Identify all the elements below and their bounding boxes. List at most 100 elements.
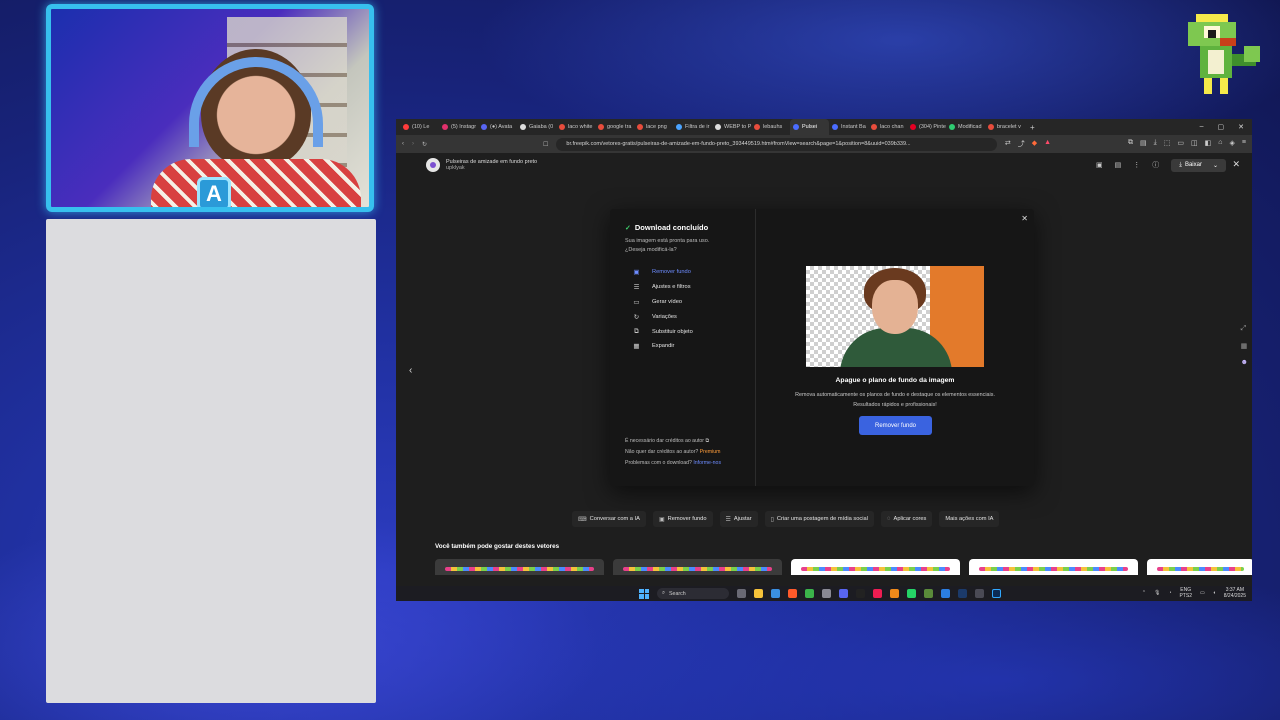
browser-tab[interactable]: Modificad <box>946 119 985 135</box>
collection-icon[interactable]: ▤ <box>1115 161 1122 169</box>
brave-icon[interactable] <box>788 589 797 598</box>
fl-studio-icon[interactable] <box>890 589 899 598</box>
wifi-icon[interactable]: ◔ <box>1168 590 1171 596</box>
browser-tab[interactable]: WEBP to P <box>712 119 751 135</box>
volume-icon[interactable]: ◖ <box>1213 590 1216 596</box>
browser-tab[interactable]: (304) Pinte <box>907 119 946 135</box>
ai-action-chip[interactable]: ⌨ Conversar com a IA <box>572 511 646 527</box>
related-thumbnail[interactable] <box>1147 559 1252 575</box>
expand-icon[interactable]: ⤢ <box>1241 325 1248 333</box>
browser-tab[interactable]: Filtra de ir <box>673 119 712 135</box>
close-icon[interactable]: ✕ <box>1238 123 1244 131</box>
browser-tab[interactable]: (10) Le <box>400 119 439 135</box>
capcut-icon[interactable] <box>856 589 865 598</box>
back-icon[interactable]: ‹ <box>402 141 404 147</box>
ai-action-chip[interactable]: ◌ Aplicar cores <box>880 511 933 527</box>
settings-icon[interactable] <box>822 589 831 598</box>
close-icon[interactable]: ✕ <box>1232 159 1240 170</box>
dialog-close-icon[interactable]: ✕ <box>1021 214 1028 223</box>
new-tab-button[interactable]: + <box>1030 123 1035 132</box>
browser-tab[interactable]: (5) Instagr <box>439 119 478 135</box>
browser-tab[interactable]: Gaiaba (0 <box>517 119 556 135</box>
browser-tab[interactable]: Pulsei <box>790 119 829 135</box>
minecraft-icon[interactable] <box>924 589 933 598</box>
menu-item[interactable]: ☰ Ajustes e filtros <box>625 280 755 295</box>
display-icon[interactable]: ▭ <box>1200 590 1205 596</box>
share-icon[interactable]: ⤴ <box>1018 139 1025 149</box>
language-indicator[interactable]: ENG PTS2 <box>1179 587 1192 599</box>
browser-tab[interactable]: Instant Ba <box>829 119 868 135</box>
report-link[interactable]: Informe-nos <box>693 460 721 466</box>
reload-icon[interactable]: ↻ <box>422 141 427 148</box>
browser-tab[interactable]: google tra <box>595 119 634 135</box>
remove-background-button[interactable]: Remover fundo <box>859 416 932 435</box>
menu-item[interactable]: ▣ Remover fundo <box>625 265 755 280</box>
wallet-icon[interactable]: ◧ <box>1205 139 1212 149</box>
ai-action-chip[interactable]: Mais ações com IA <box>939 511 1000 527</box>
info-icon[interactable]: ⓘ <box>1152 160 1159 170</box>
leo-icon[interactable]: ⌂ <box>1218 139 1222 149</box>
more-icon[interactable]: ⋮ <box>1133 161 1140 169</box>
steam-icon[interactable] <box>958 589 967 598</box>
browser-tab[interactable]: (●) Avata <box>478 119 517 135</box>
microphone-icon[interactable]: 🎙 <box>1154 590 1160 596</box>
browser-tab[interactable]: bracelet v <box>985 119 1024 135</box>
menu-icon[interactable]: ≡ <box>1242 139 1246 149</box>
window-icon[interactable]: ▭ <box>1177 139 1184 149</box>
chrome-icon[interactable] <box>805 589 814 598</box>
vscode-icon[interactable] <box>941 589 950 598</box>
discord-icon[interactable] <box>839 589 848 598</box>
windows-start-icon[interactable] <box>639 588 649 599</box>
browser-window: (10) Le (5) Instagr (●) Avata Gaiaba (0 laco… <box>396 119 1252 601</box>
copy-icon[interactable]: ⧉ <box>705 438 709 444</box>
whatsapp-icon[interactable] <box>907 589 916 598</box>
translate-icon[interactable]: ⇄ <box>1005 139 1011 149</box>
clock[interactable]: 3:37 AM 8/24/2025 <box>1224 587 1246 599</box>
assistant-icon[interactable]: ☻ <box>1241 359 1248 366</box>
related-thumbnail[interactable] <box>791 559 960 575</box>
obs-icon[interactable] <box>975 589 984 598</box>
photos-icon[interactable] <box>771 589 780 598</box>
problem-note: Problemas com o download? <box>625 460 692 466</box>
maximize-icon[interactable]: ▢ <box>1218 123 1225 131</box>
taskbar-search[interactable]: ⌕ Search <box>657 588 729 599</box>
file-explorer-icon[interactable] <box>754 589 763 598</box>
shield-icon[interactable]: ◈ <box>1230 139 1235 149</box>
related-thumbnail[interactable] <box>613 559 782 575</box>
author-name[interactable]: upklyak <box>446 165 537 171</box>
browser-tab[interactable]: lebauhs <box>751 119 790 135</box>
ai-action-chip[interactable]: ▯ Criar uma postagem de mídia social <box>764 511 874 527</box>
extensions-icon[interactable]: ⧉ <box>1128 139 1133 149</box>
ai-action-chip[interactable]: ▣ Remover fundo <box>652 511 713 527</box>
chevron-up-icon[interactable]: ⌃ <box>1142 590 1146 596</box>
previous-arrow-icon[interactable]: ‹ <box>409 365 412 376</box>
tiktok-icon[interactable] <box>873 589 882 598</box>
rewards-icon[interactable]: ▲ <box>1044 139 1051 149</box>
related-thumbnail[interactable] <box>435 559 604 575</box>
photoshop-icon[interactable] <box>992 589 1001 598</box>
menu-item[interactable]: ▭ Gerar vídeo <box>625 295 755 310</box>
brave-shield-icon[interactable]: ◆ <box>1032 139 1037 149</box>
grid-icon[interactable]: ▦ <box>1241 342 1248 350</box>
forward-icon[interactable]: › <box>412 141 414 147</box>
browser-tab[interactable]: laco chan <box>868 119 907 135</box>
browser-tab[interactable]: lace png <box>634 119 673 135</box>
screenshot-icon[interactable]: ⬚ <box>1164 139 1171 149</box>
sidebar-icon[interactable]: ▤ <box>1140 139 1147 149</box>
menu-item[interactable]: ▦ Expandir <box>625 339 755 354</box>
minimize-icon[interactable]: – <box>1200 123 1204 131</box>
related-thumbnail[interactable] <box>969 559 1138 575</box>
menu-item[interactable]: ⧉ Substituir objeto <box>625 324 755 339</box>
download-icon[interactable]: ⤓ <box>1154 139 1157 149</box>
edit-icon[interactable]: ▣ <box>1096 161 1103 169</box>
author-avatar[interactable] <box>426 158 440 172</box>
premium-link[interactable]: Premium <box>700 449 721 455</box>
ai-action-chip[interactable]: ☰ Ajustar <box>719 511 758 527</box>
split-icon[interactable]: ◫ <box>1191 139 1198 149</box>
browser-tab[interactable]: laco white <box>556 119 595 135</box>
menu-item[interactable]: ↻ Variações <box>625 309 755 324</box>
url-field[interactable]: br.freepik.com/vetores-gratis/pulseiras-… <box>556 137 997 151</box>
task-view-icon[interactable] <box>737 589 746 598</box>
bookmark-icon[interactable]: ☐ <box>543 141 548 148</box>
download-button[interactable]: ⤓ Baixar ⌄ <box>1171 158 1226 172</box>
